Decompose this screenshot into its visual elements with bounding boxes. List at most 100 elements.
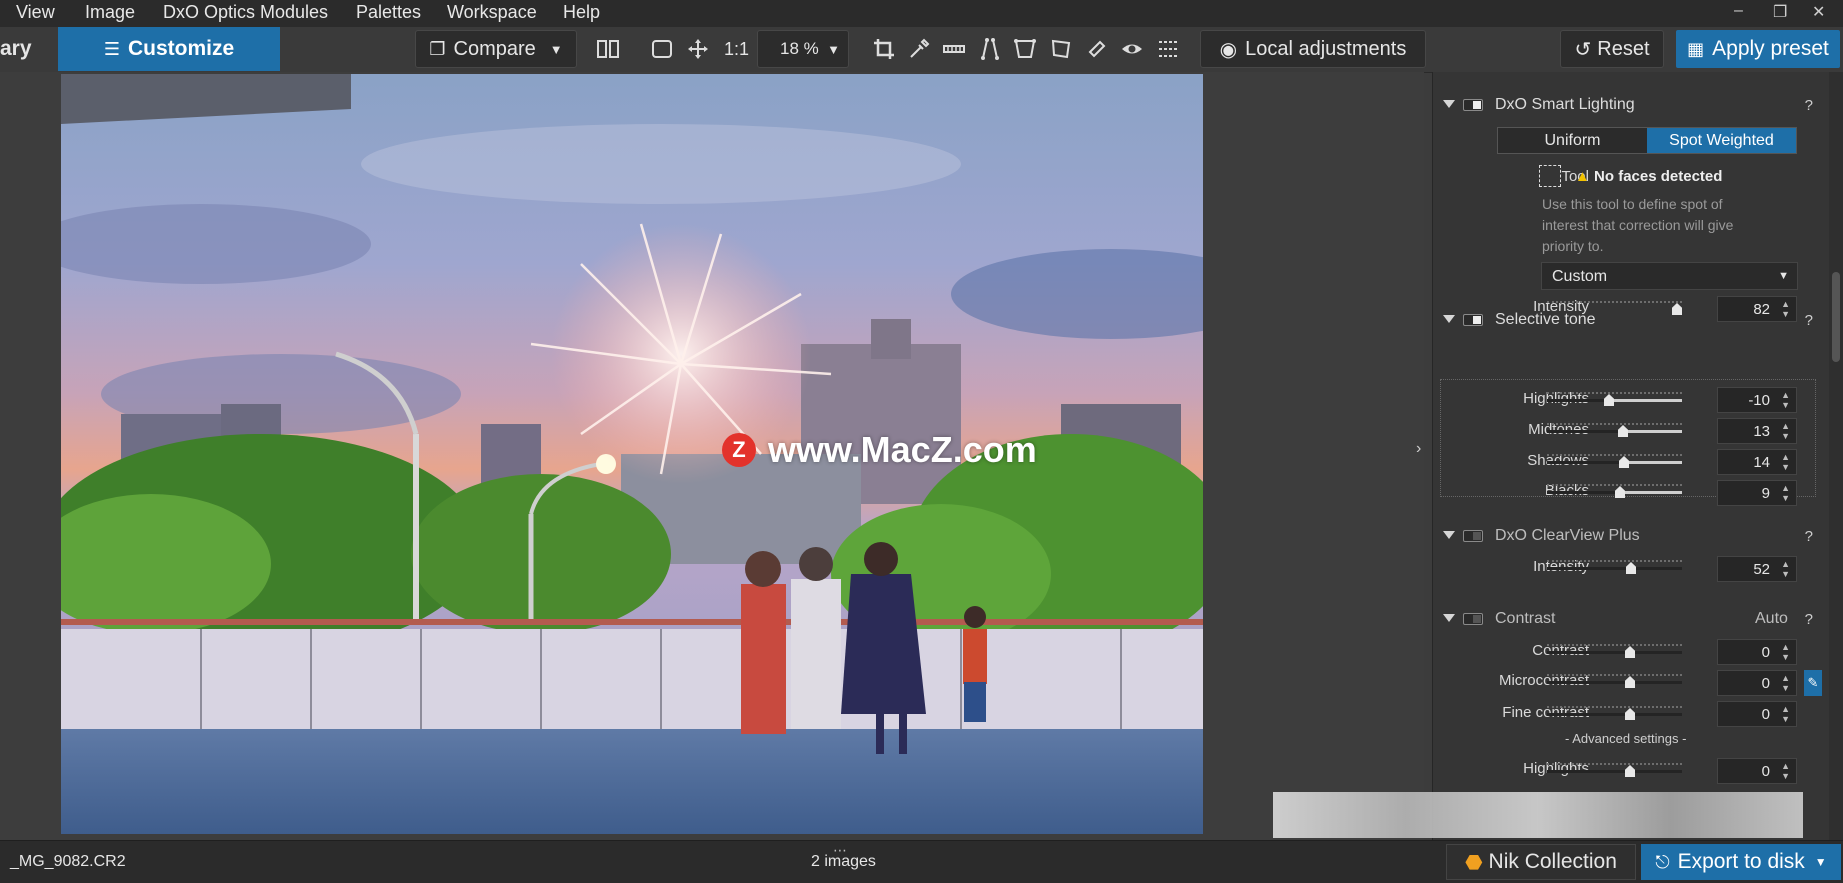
blacks-input[interactable]: 9 ▲ ▼ — [1717, 480, 1797, 506]
mode-select[interactable]: Custom ▼ — [1541, 262, 1798, 290]
spinner-icon[interactable]: ▲ ▼ — [1781, 483, 1790, 503]
spinner-icon[interactable]: ▲ ▼ — [1781, 704, 1790, 724]
volume-deformation-icon[interactable] — [1011, 35, 1039, 63]
picker-icon[interactable]: ✎ — [1804, 670, 1822, 696]
expand-triangle-icon[interactable] — [1443, 531, 1455, 539]
close-icon[interactable]: ✕ — [1812, 2, 1825, 22]
menu-workspace[interactable]: Workspace — [447, 2, 537, 23]
section-selective-tone[interactable]: Selective tone ? — [1433, 308, 1819, 334]
menu-image[interactable]: Image — [85, 2, 135, 23]
midtones-input[interactable]: 13 ▲ ▼ — [1717, 418, 1797, 444]
compare-button[interactable]: ❐ Compare ▼ — [415, 30, 577, 68]
spinner-icon[interactable]: ▲ ▼ — [1781, 642, 1790, 662]
selective-tone-toggle[interactable] — [1463, 314, 1483, 326]
smart-lighting-toggle[interactable] — [1463, 99, 1483, 111]
highlights-input[interactable]: -10 ▲ ▼ — [1717, 387, 1797, 413]
spinner-icon[interactable]: ▲ ▼ — [1781, 421, 1790, 441]
expand-triangle-icon[interactable] — [1443, 315, 1455, 323]
panel-scrollbar[interactable] — [1829, 72, 1843, 840]
mode-uniform[interactable]: Uniform — [1498, 128, 1647, 153]
compare-label: Compare — [453, 37, 536, 60]
menu-view[interactable]: View — [16, 2, 55, 23]
local-adjustments-button[interactable]: ◉ Local adjustments — [1200, 30, 1426, 68]
help-icon[interactable]: ? — [1805, 611, 1813, 628]
fine-contrast-value: 0 — [1761, 706, 1770, 723]
crop-icon[interactable] — [870, 35, 898, 63]
horizon-icon[interactable] — [940, 35, 968, 63]
contrast-toggle[interactable] — [1463, 613, 1483, 625]
help-icon[interactable]: ? — [1805, 312, 1813, 329]
shadows-input[interactable]: 14 ▲ ▼ — [1717, 449, 1797, 475]
tab-library[interactable]: ary — [0, 37, 32, 61]
clearview-intensity-slider[interactable] — [1547, 558, 1682, 576]
watermark: Z www.MacZ.com — [722, 429, 1037, 471]
distortion-icon[interactable] — [1047, 35, 1075, 63]
repair-icon[interactable] — [1083, 35, 1111, 63]
split-view-icon[interactable] — [594, 35, 622, 63]
contrast-highlights-input[interactable]: 0 ▲ ▼ — [1717, 758, 1797, 784]
section-clearview[interactable]: DxO ClearView Plus ? — [1433, 524, 1819, 550]
clearview-intensity-input[interactable]: 52 ▲ ▼ — [1717, 556, 1797, 582]
export-icon: ⎋ — [1655, 851, 1670, 872]
spinner-icon[interactable]: ▲ ▼ — [1781, 452, 1790, 472]
minimize-icon[interactable]: – — [1734, 2, 1743, 20]
expand-triangle-icon[interactable] — [1443, 100, 1455, 108]
section-smart-lighting[interactable]: DxO Smart Lighting ? — [1433, 93, 1819, 119]
shadows-slider[interactable] — [1547, 452, 1682, 470]
move-icon[interactable] — [684, 35, 712, 63]
nik-collection-label: Nik Collection — [1488, 850, 1617, 873]
menu-help[interactable]: Help — [563, 2, 600, 23]
contrast-highlights-slider[interactable] — [1547, 761, 1682, 779]
section-title: Contrast — [1495, 610, 1556, 627]
spinner-icon[interactable]: ▲ ▼ — [1781, 673, 1790, 693]
highlights-slider[interactable] — [1547, 390, 1682, 408]
blacks-slider[interactable] — [1547, 482, 1682, 500]
advanced-settings-link[interactable]: - Advanced settings - — [1565, 731, 1686, 746]
blurred-overlay — [1273, 792, 1803, 838]
auto-button[interactable]: Auto — [1755, 610, 1788, 628]
restore-icon[interactable]: ❐ — [1773, 2, 1787, 22]
photo-preview[interactable]: Z www.MacZ.com — [61, 74, 1203, 834]
main-toolbar: ary ☰ Customize ❐ Compare ▼ 1:1 18 % ▼ ◉… — [0, 27, 1843, 73]
spinner-icon[interactable]: ▲ ▼ — [1781, 559, 1790, 579]
help-icon[interactable]: ? — [1805, 528, 1813, 545]
fine-contrast-input[interactable]: 0 ▲ ▼ — [1717, 701, 1797, 727]
menu-bar: View Image DxO Optics Modules Palettes W… — [0, 0, 1843, 27]
contrast-input[interactable]: 0 ▲ ▼ — [1717, 639, 1797, 665]
chevron-down-icon: ▼ — [827, 41, 840, 57]
eye-icon[interactable] — [1118, 35, 1146, 63]
clearview-toggle[interactable] — [1463, 530, 1483, 542]
tool-help-line: interest that correction will give — [1542, 217, 1734, 233]
fine-contrast-slider[interactable] — [1547, 704, 1682, 722]
face-detect-tool-icon[interactable] — [1539, 165, 1561, 187]
nik-collection-button[interactable]: ⬣ Nik Collection — [1446, 844, 1636, 880]
export-to-disk-button[interactable]: ⎋ Export to disk ▼ — [1641, 844, 1841, 880]
midtones-slider[interactable] — [1547, 421, 1682, 439]
mode-spot-weighted[interactable]: Spot Weighted — [1647, 128, 1796, 153]
reset-button[interactable]: ↺ Reset — [1560, 30, 1664, 68]
menu-palettes[interactable]: Palettes — [356, 2, 421, 23]
grid-lines-icon[interactable] — [1154, 35, 1182, 63]
spinner-icon[interactable]: ▲ ▼ — [1781, 390, 1790, 410]
microcontrast-value: 0 — [1761, 675, 1770, 692]
blacks-value: 9 — [1761, 485, 1770, 502]
lighting-mode-toggle: Uniform Spot Weighted — [1497, 127, 1797, 154]
fit-screen-icon[interactable] — [648, 35, 676, 63]
contrast-slider[interactable] — [1547, 642, 1682, 660]
tab-customize[interactable]: ☰ Customize — [58, 27, 280, 71]
perspective-icon[interactable] — [976, 35, 1004, 63]
microcontrast-input[interactable]: 0 ▲ ▼ — [1717, 670, 1797, 696]
apply-preset-button[interactable]: ▦ Apply preset — [1676, 30, 1840, 68]
eyedropper-icon[interactable] — [905, 35, 933, 63]
help-icon[interactable]: ? — [1805, 97, 1813, 114]
section-contrast[interactable]: Contrast Auto ? — [1433, 607, 1819, 633]
scrollbar-thumb[interactable] — [1832, 272, 1840, 362]
expand-triangle-icon[interactable] — [1443, 614, 1455, 622]
one-to-one-button[interactable]: 1:1 — [724, 39, 749, 60]
microcontrast-slider[interactable] — [1547, 672, 1682, 690]
menu-optics-modules[interactable]: DxO Optics Modules — [163, 2, 328, 23]
spinner-icon[interactable]: ▲ ▼ — [1781, 761, 1790, 781]
tool-help-line: priority to. — [1542, 238, 1604, 254]
zoom-select[interactable]: 18 % ▼ — [757, 30, 849, 68]
chevron-down-icon[interactable]: ▼ — [1815, 855, 1827, 869]
